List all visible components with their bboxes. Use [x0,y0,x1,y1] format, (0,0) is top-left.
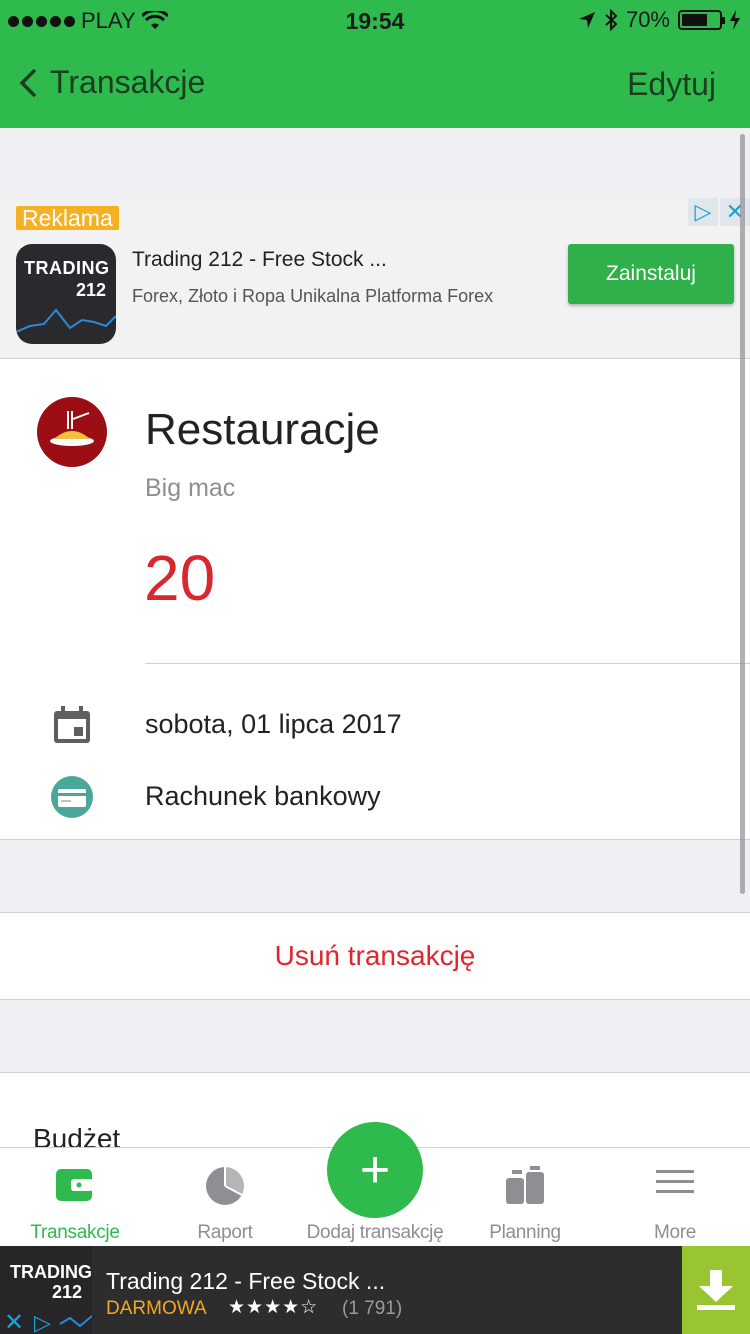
tab-transakcje[interactable]: Transakcje [0,1148,150,1248]
transaction-amount: 20 [144,542,216,614]
transaction-details: Restauracje Big mac 20 sobota, 01 lipca … [0,358,750,840]
bluetooth-icon [605,9,618,31]
bottom-ad-banner[interactable]: TRADING 212 ✕ ▷ Trading 212 - Free Stock … [0,1246,750,1334]
tab-more[interactable]: More [600,1148,750,1248]
category-name: Restauracje [145,405,380,454]
edit-button[interactable]: Edytuj [627,66,716,103]
rating-count: (1 791) [342,1298,403,1319]
install-button[interactable]: Zainstaluj [568,244,734,304]
bank-card-icon [51,776,93,818]
status-bar: PLAY 19:54 70% [0,0,750,40]
chevron-left-icon [19,68,37,97]
ad-badge: Reklama [16,206,119,230]
close-icon[interactable]: ✕ [720,198,750,226]
pie-chart-icon [206,1166,245,1205]
battery-percent: 70% [625,7,670,32]
date-row: sobota, 01 lipca 2017 [0,693,750,753]
divider [145,663,750,664]
plus-icon: + [359,1141,391,1199]
transaction-note: Big mac [145,474,236,502]
tab-raport[interactable]: Raport [150,1148,300,1248]
charging-icon [730,10,740,30]
ad-title[interactable]: Trading 212 - Free Stock ... [106,1268,385,1295]
transaction-date: sobota, 01 lipca 2017 [145,709,402,739]
calendar-icon [54,706,90,743]
back-label: Transakcje [50,64,206,100]
menu-icon [656,1170,694,1193]
download-icon [697,1270,735,1310]
ad-app-logo[interactable]: TRADING 212 [16,244,116,344]
wallet-icon [56,1169,93,1201]
chart-line-icon [16,308,116,333]
adchoices-icon[interactable]: ▷ [688,198,718,226]
ad-title[interactable]: Trading 212 - Free Stock ... [132,248,387,272]
svg-text:▷: ▷ [34,1311,51,1334]
restaurant-icon [37,397,107,467]
ad-banner[interactable]: Reklama ▷ ✕ TRADING 212 Trading 212 - Fr… [0,198,750,358]
back-button[interactable]: Transakcje [18,64,205,101]
ad-controls-icon[interactable]: ✕ ▷ [0,1304,92,1334]
battery-icon [678,10,725,30]
add-transaction-button[interactable]: + [327,1122,423,1218]
ad-price: DARMOWA [106,1298,207,1319]
top-bar: PLAY 19:54 70% Transakcje Edytuj [0,0,750,128]
location-icon [578,12,595,28]
account-row: Rachunek bankowy [0,765,750,825]
account-name: Rachunek bankowy [145,781,381,811]
delete-transaction-button[interactable]: Usuń transakcję [0,912,750,1000]
navigation-bar: Transakcje Edytuj [0,40,750,128]
svg-text:✕: ✕ [4,1308,24,1334]
download-button[interactable] [682,1246,750,1334]
planning-icon [506,1166,544,1204]
rating-stars: ★★★★☆ [228,1297,319,1318]
ad-subtitle: Forex, Złoto i Ropa Unikalna Platforma F… [132,286,494,306]
ad-app-logo[interactable]: TRADING 212 ✕ ▷ [0,1246,92,1334]
tab-planning[interactable]: Planning [450,1148,600,1248]
scrollbar[interactable] [740,134,745,894]
